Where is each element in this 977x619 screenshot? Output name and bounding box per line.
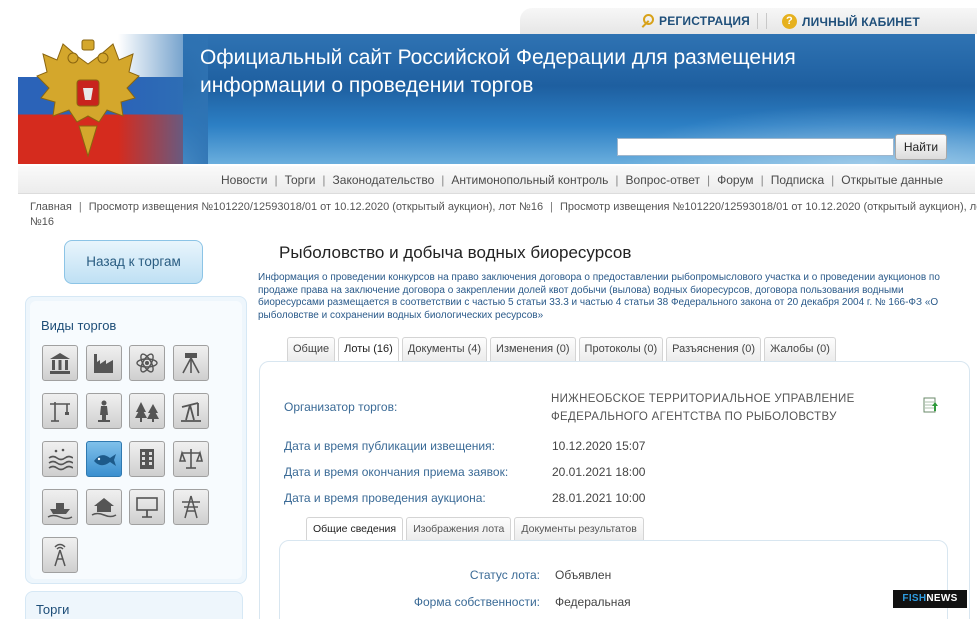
ownership-label: Форма собственности: (413, 595, 540, 609)
topbar-divider (757, 13, 767, 29)
breadcrumb-home[interactable]: Главная (30, 201, 72, 213)
nav-item-antimonopoly[interactable]: Антимонопольный контроль (434, 173, 608, 187)
lot-subtabs: Общие сведения Изображения лота Документ… (306, 517, 644, 540)
nav-item-open-data[interactable]: Открытые данные (824, 173, 943, 187)
site-banner: Официальный сайт Российской Федерации дл… (18, 34, 975, 164)
deadline-label: Дата и время окончания приема заявок: (284, 465, 509, 479)
nav-item-legislation[interactable]: Законодательство (315, 173, 435, 187)
nav-item-forum[interactable]: Форум (700, 173, 753, 187)
page-title: Рыболовство и добыча водных биоресурсов (279, 243, 632, 262)
tab-documents[interactable]: Документы (4) (401, 337, 488, 361)
tab-general[interactable]: Общие (287, 337, 336, 361)
trade-types-grid (42, 345, 209, 573)
office-building-icon[interactable] (129, 441, 165, 477)
fishnews-watermark: FISHNEWS (893, 590, 967, 608)
lot-status-label: Статус лота: (469, 568, 540, 582)
tab-protocols[interactable]: Протоколы (0) (578, 337, 664, 361)
section-description: Информация о проведении конкурсов на пра… (258, 272, 940, 321)
building-icon[interactable] (42, 345, 78, 381)
auction-value: 28.01.2021 10:00 (552, 491, 646, 505)
user-bar: РЕГИСТРАЦИЯ ? ЛИЧНЫЙ КАБИНЕТ (520, 8, 977, 34)
breadcrumb-notice-1[interactable]: Просмотр извещения №101220/12593018/01 о… (89, 201, 543, 213)
tab-complaints[interactable]: Жалобы (0) (764, 337, 836, 361)
nav-item-subscription[interactable]: Подписка (754, 173, 824, 187)
survey-tripod-icon[interactable] (172, 345, 209, 381)
key-icon (640, 14, 654, 28)
notice-tabs: Общие Лоты (16) Документы (4) Изменения … (287, 337, 836, 361)
flooded-house-icon[interactable] (85, 489, 122, 525)
tab-changes[interactable]: Изменения (0) (490, 337, 576, 361)
registration-label: РЕГИСТРАЦИЯ (659, 14, 750, 28)
scales-icon[interactable] (172, 441, 209, 477)
main-nav: Новости Торги Законодательство Антимоноп… (18, 166, 975, 194)
monument-icon[interactable] (85, 393, 122, 429)
billboard-icon[interactable] (129, 489, 165, 525)
excel-export-icon[interactable] (923, 397, 939, 413)
nav-item-faq[interactable]: Вопрос-ответ (608, 173, 700, 187)
factory-icon[interactable] (85, 345, 122, 381)
published-value: 10.12.2020 15:07 (552, 439, 646, 453)
boat-icon[interactable] (42, 489, 78, 525)
subtab-lot-images[interactable]: Изображения лота (406, 517, 512, 540)
subtab-general-info[interactable]: Общие сведения (306, 517, 404, 540)
oil-pump-icon[interactable] (172, 393, 209, 429)
lot-status-value: Объявлен (555, 568, 612, 582)
ownership-value: Федеральная (555, 595, 631, 609)
organizer-value: НИЖНЕОБСКОЕ ТЕРРИТОРИАЛЬНОЕ УПРАВЛЕНИЕ Ф… (551, 393, 855, 423)
nav-item-trades[interactable]: Торги (267, 173, 316, 187)
back-to-trades-button[interactable]: Назад к торгам (64, 240, 203, 284)
breadcrumb: Главная | Просмотр извещения №101220/12593… (30, 200, 977, 230)
cabinet-link[interactable]: ? ЛИЧНЫЙ КАБИНЕТ (782, 14, 920, 29)
crane-icon[interactable] (42, 393, 78, 429)
nav-item-news[interactable]: Новости (221, 173, 267, 187)
forest-icon[interactable] (129, 393, 165, 429)
cabinet-label: ЛИЧНЫЙ КАБИНЕТ (802, 14, 920, 29)
registration-link[interactable]: РЕГИСТРАЦИЯ (640, 14, 750, 28)
water-icon[interactable] (42, 441, 78, 477)
coat-of-arms-icon (36, 39, 140, 158)
site-title: Официальный сайт Российской Федерации дл… (200, 46, 796, 97)
deadline-value: 20.01.2021 18:00 (552, 465, 646, 479)
question-icon: ? (782, 14, 797, 29)
search-input[interactable] (617, 138, 894, 156)
fish-icon[interactable] (85, 441, 122, 477)
published-label: Дата и время публикации извещения: (284, 439, 495, 453)
subtab-result-documents[interactable]: Документы результатов (514, 517, 644, 540)
tab-clarifications[interactable]: Разъяснения (0) (666, 337, 762, 361)
trades-heading: Торги (36, 602, 70, 617)
trade-types-heading: Виды торгов (41, 318, 117, 333)
tab-lots[interactable]: Лоты (16) (338, 337, 399, 361)
trade-types-panel: Виды торгов (25, 296, 247, 584)
power-tower-icon[interactable] (172, 489, 209, 525)
atom-icon[interactable] (129, 345, 165, 381)
search-button[interactable]: Найти (895, 134, 947, 160)
auction-label: Дата и время проведения аукциона: (284, 491, 486, 505)
radio-tower-icon[interactable] (42, 537, 78, 573)
organizer-label: Организатор торгов: (284, 400, 398, 414)
trades-panel: Торги (25, 591, 243, 619)
